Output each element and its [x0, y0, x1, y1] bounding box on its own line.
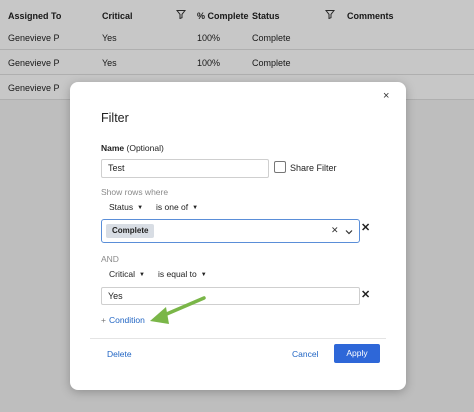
remove-condition-icon[interactable]: ✕	[361, 288, 370, 301]
footer-divider	[90, 338, 386, 339]
condition-operator-dropdown[interactable]: is equal to ▼	[158, 269, 207, 279]
cancel-button[interactable]: Cancel	[292, 349, 318, 359]
apply-button[interactable]: Apply	[334, 344, 380, 363]
plus-icon: +	[101, 315, 106, 325]
filter-dialog: × Filter Name (Optional) Test Share Filt…	[70, 82, 406, 390]
chevron-down-icon[interactable]	[345, 228, 353, 236]
condition-field-dropdown[interactable]: Status ▼	[109, 202, 143, 212]
filter-name-input[interactable]: Test	[101, 159, 269, 178]
delete-button[interactable]: Delete	[107, 349, 132, 359]
caret-down-icon: ▼	[137, 205, 144, 211]
condition-values-multiselect[interactable]: Complete ✕	[101, 219, 360, 243]
and-label: AND	[101, 254, 119, 264]
name-label: Name (Optional)	[101, 143, 164, 153]
close-icon[interactable]: ×	[383, 91, 389, 102]
add-condition-link[interactable]: + Condition	[101, 315, 145, 325]
share-filter-checkbox[interactable]	[274, 161, 286, 173]
condition-field-dropdown[interactable]: Critical ▼	[109, 269, 145, 279]
caret-down-icon: ▼	[138, 272, 145, 278]
share-filter-label[interactable]: Share Filter	[290, 163, 337, 173]
condition-value-input[interactable]: Yes	[101, 287, 360, 305]
remove-condition-icon[interactable]: ✕	[361, 221, 370, 234]
condition-operator-dropdown[interactable]: is one of ▼	[156, 202, 198, 212]
caret-down-icon: ▼	[192, 205, 199, 211]
caret-down-icon: ▼	[200, 272, 207, 278]
clear-icon[interactable]: ✕	[331, 225, 339, 236]
dialog-title: Filter	[101, 111, 129, 125]
show-rows-label: Show rows where	[101, 187, 169, 197]
selected-value-chip[interactable]: Complete	[106, 224, 155, 238]
